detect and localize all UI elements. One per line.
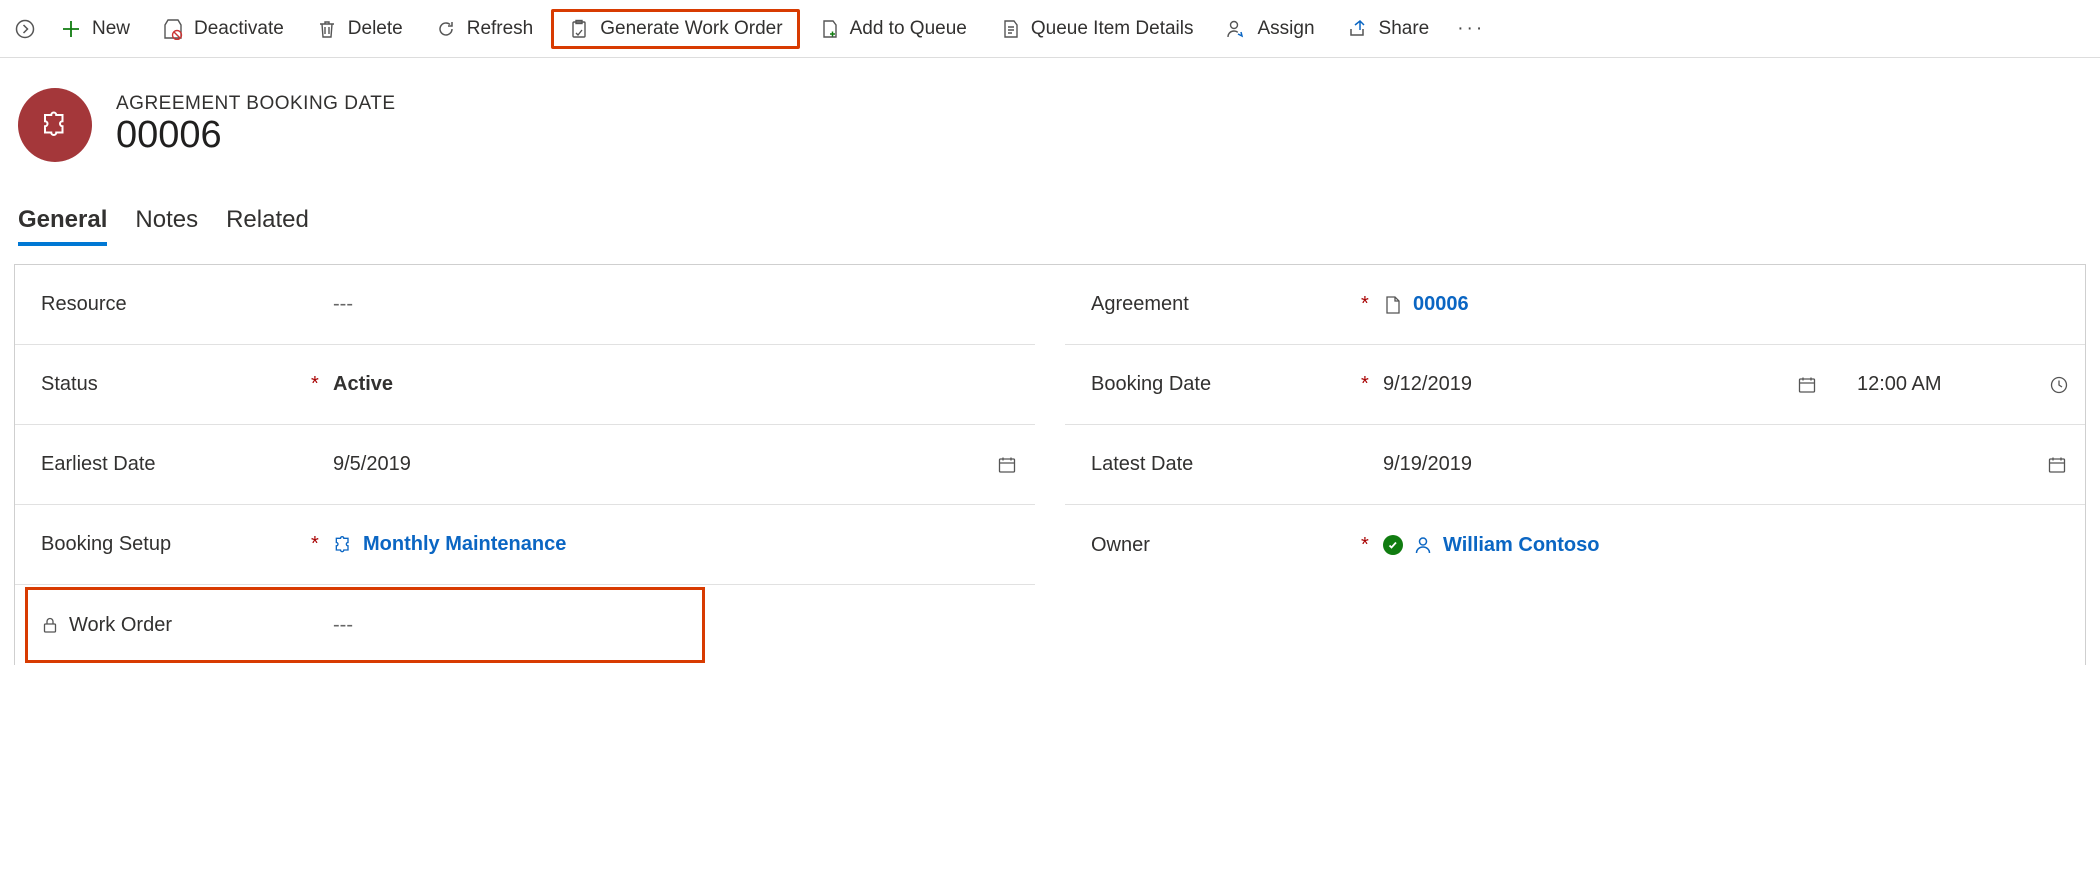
queue-item-details-button[interactable]: Queue Item Details: [985, 12, 1208, 46]
required-marker: *: [1361, 293, 1383, 316]
status-label: Status: [41, 373, 311, 396]
booking-time-value: 12:00 AM: [1857, 373, 1942, 396]
owner-label: Owner: [1091, 534, 1361, 557]
puzzle-small-icon: [333, 535, 353, 555]
field-latest-date[interactable]: Latest Date 9/19/2019: [1065, 425, 2085, 505]
booking-setup-link[interactable]: Monthly Maintenance: [363, 533, 566, 556]
calendar-icon[interactable]: [2047, 455, 2069, 475]
assign-label: Assign: [1257, 18, 1314, 40]
work-order-label: Work Order: [41, 614, 311, 637]
generate-wo-label: Generate Work Order: [600, 18, 782, 40]
document-icon: [1383, 295, 1403, 315]
booking-date-label: Booking Date: [1091, 373, 1361, 396]
refresh-label: Refresh: [467, 18, 534, 40]
required-marker: *: [311, 533, 333, 556]
new-button[interactable]: New: [46, 12, 144, 46]
entity-type-label: AGREEMENT BOOKING DATE: [116, 93, 396, 115]
agreement-label: Agreement: [1091, 293, 1361, 316]
tab-notes[interactable]: Notes: [135, 206, 198, 246]
tab-general[interactable]: General: [18, 206, 107, 246]
earliest-value: 9/5/2019: [333, 453, 411, 476]
assign-button[interactable]: Assign: [1211, 12, 1328, 46]
latest-label: Latest Date: [1091, 453, 1361, 476]
ellipsis-icon: ···: [1457, 18, 1485, 40]
booking-setup-label: Booking Setup: [41, 533, 311, 556]
add-queue-icon: [818, 18, 840, 40]
field-earliest-date[interactable]: Earliest Date 9/5/2019: [15, 425, 1035, 505]
refresh-button[interactable]: Refresh: [421, 12, 548, 46]
lock-icon: [41, 616, 61, 634]
field-work-order[interactable]: Work Order ---: [15, 585, 1035, 665]
trash-icon: [316, 18, 338, 40]
puzzle-icon: [40, 110, 70, 140]
deactivate-icon: [162, 18, 184, 40]
field-resource[interactable]: Resource ---: [15, 265, 1035, 345]
calendar-icon[interactable]: [1797, 375, 1819, 395]
chevron-circle-icon: [15, 19, 35, 39]
plus-icon: [60, 18, 82, 40]
deactivate-label: Deactivate: [194, 18, 284, 40]
clock-icon[interactable]: [2049, 375, 2069, 395]
assign-icon: [1225, 18, 1247, 40]
field-owner[interactable]: Owner * William Contoso: [1065, 505, 2085, 585]
tab-related[interactable]: Related: [226, 206, 309, 246]
checkmark-icon: [1383, 535, 1403, 555]
overflow-button[interactable]: ···: [1451, 9, 1491, 49]
share-button[interactable]: Share: [1333, 12, 1444, 46]
earliest-label: Earliest Date: [41, 453, 311, 476]
queue-details-icon: [999, 18, 1021, 40]
record-header: AGREEMENT BOOKING DATE 00006: [0, 58, 2100, 172]
work-order-value: ---: [333, 614, 1019, 637]
person-icon: [1413, 535, 1433, 555]
add-to-queue-button[interactable]: Add to Queue: [804, 12, 981, 46]
required-marker: *: [1361, 373, 1383, 396]
clipboard-icon: [568, 18, 590, 40]
new-label: New: [92, 18, 130, 40]
queue-details-label: Queue Item Details: [1031, 18, 1194, 40]
status-value: Active: [333, 373, 1019, 396]
calendar-icon[interactable]: [997, 455, 1019, 475]
command-bar: New Deactivate Delete Refresh Generate W…: [0, 0, 2100, 58]
generate-work-order-button[interactable]: Generate Work Order: [551, 9, 799, 49]
form-right-column: Agreement * 00006 Booking Date * 9/12/20…: [1065, 265, 2085, 665]
delete-label: Delete: [348, 18, 403, 40]
resource-label: Resource: [41, 293, 311, 316]
field-agreement[interactable]: Agreement * 00006: [1065, 265, 2085, 345]
share-icon: [1347, 18, 1369, 40]
required-marker: *: [1361, 534, 1383, 557]
record-title: 00006: [116, 115, 396, 157]
required-marker: *: [311, 373, 333, 396]
agreement-link[interactable]: 00006: [1413, 293, 1469, 316]
refresh-icon: [435, 18, 457, 40]
booking-date-value: 9/12/2019: [1383, 373, 1472, 396]
form-left-column: Resource --- Status * Active Earliest Da…: [15, 265, 1035, 665]
delete-button[interactable]: Delete: [302, 12, 417, 46]
form-tabs: General Notes Related: [0, 172, 2100, 246]
back-button[interactable]: [8, 12, 42, 46]
latest-value: 9/19/2019: [1383, 453, 1472, 476]
field-status[interactable]: Status * Active: [15, 345, 1035, 425]
entity-badge: [18, 88, 92, 162]
field-booking-setup[interactable]: Booking Setup * Monthly Maintenance: [15, 505, 1035, 585]
form-body: Resource --- Status * Active Earliest Da…: [14, 264, 2086, 665]
owner-link[interactable]: William Contoso: [1443, 534, 1599, 557]
add-queue-label: Add to Queue: [850, 18, 967, 40]
share-label: Share: [1379, 18, 1430, 40]
field-booking-date[interactable]: Booking Date * 9/12/2019 12:00 AM: [1065, 345, 2085, 425]
deactivate-button[interactable]: Deactivate: [148, 12, 298, 46]
resource-value: ---: [333, 293, 1019, 316]
